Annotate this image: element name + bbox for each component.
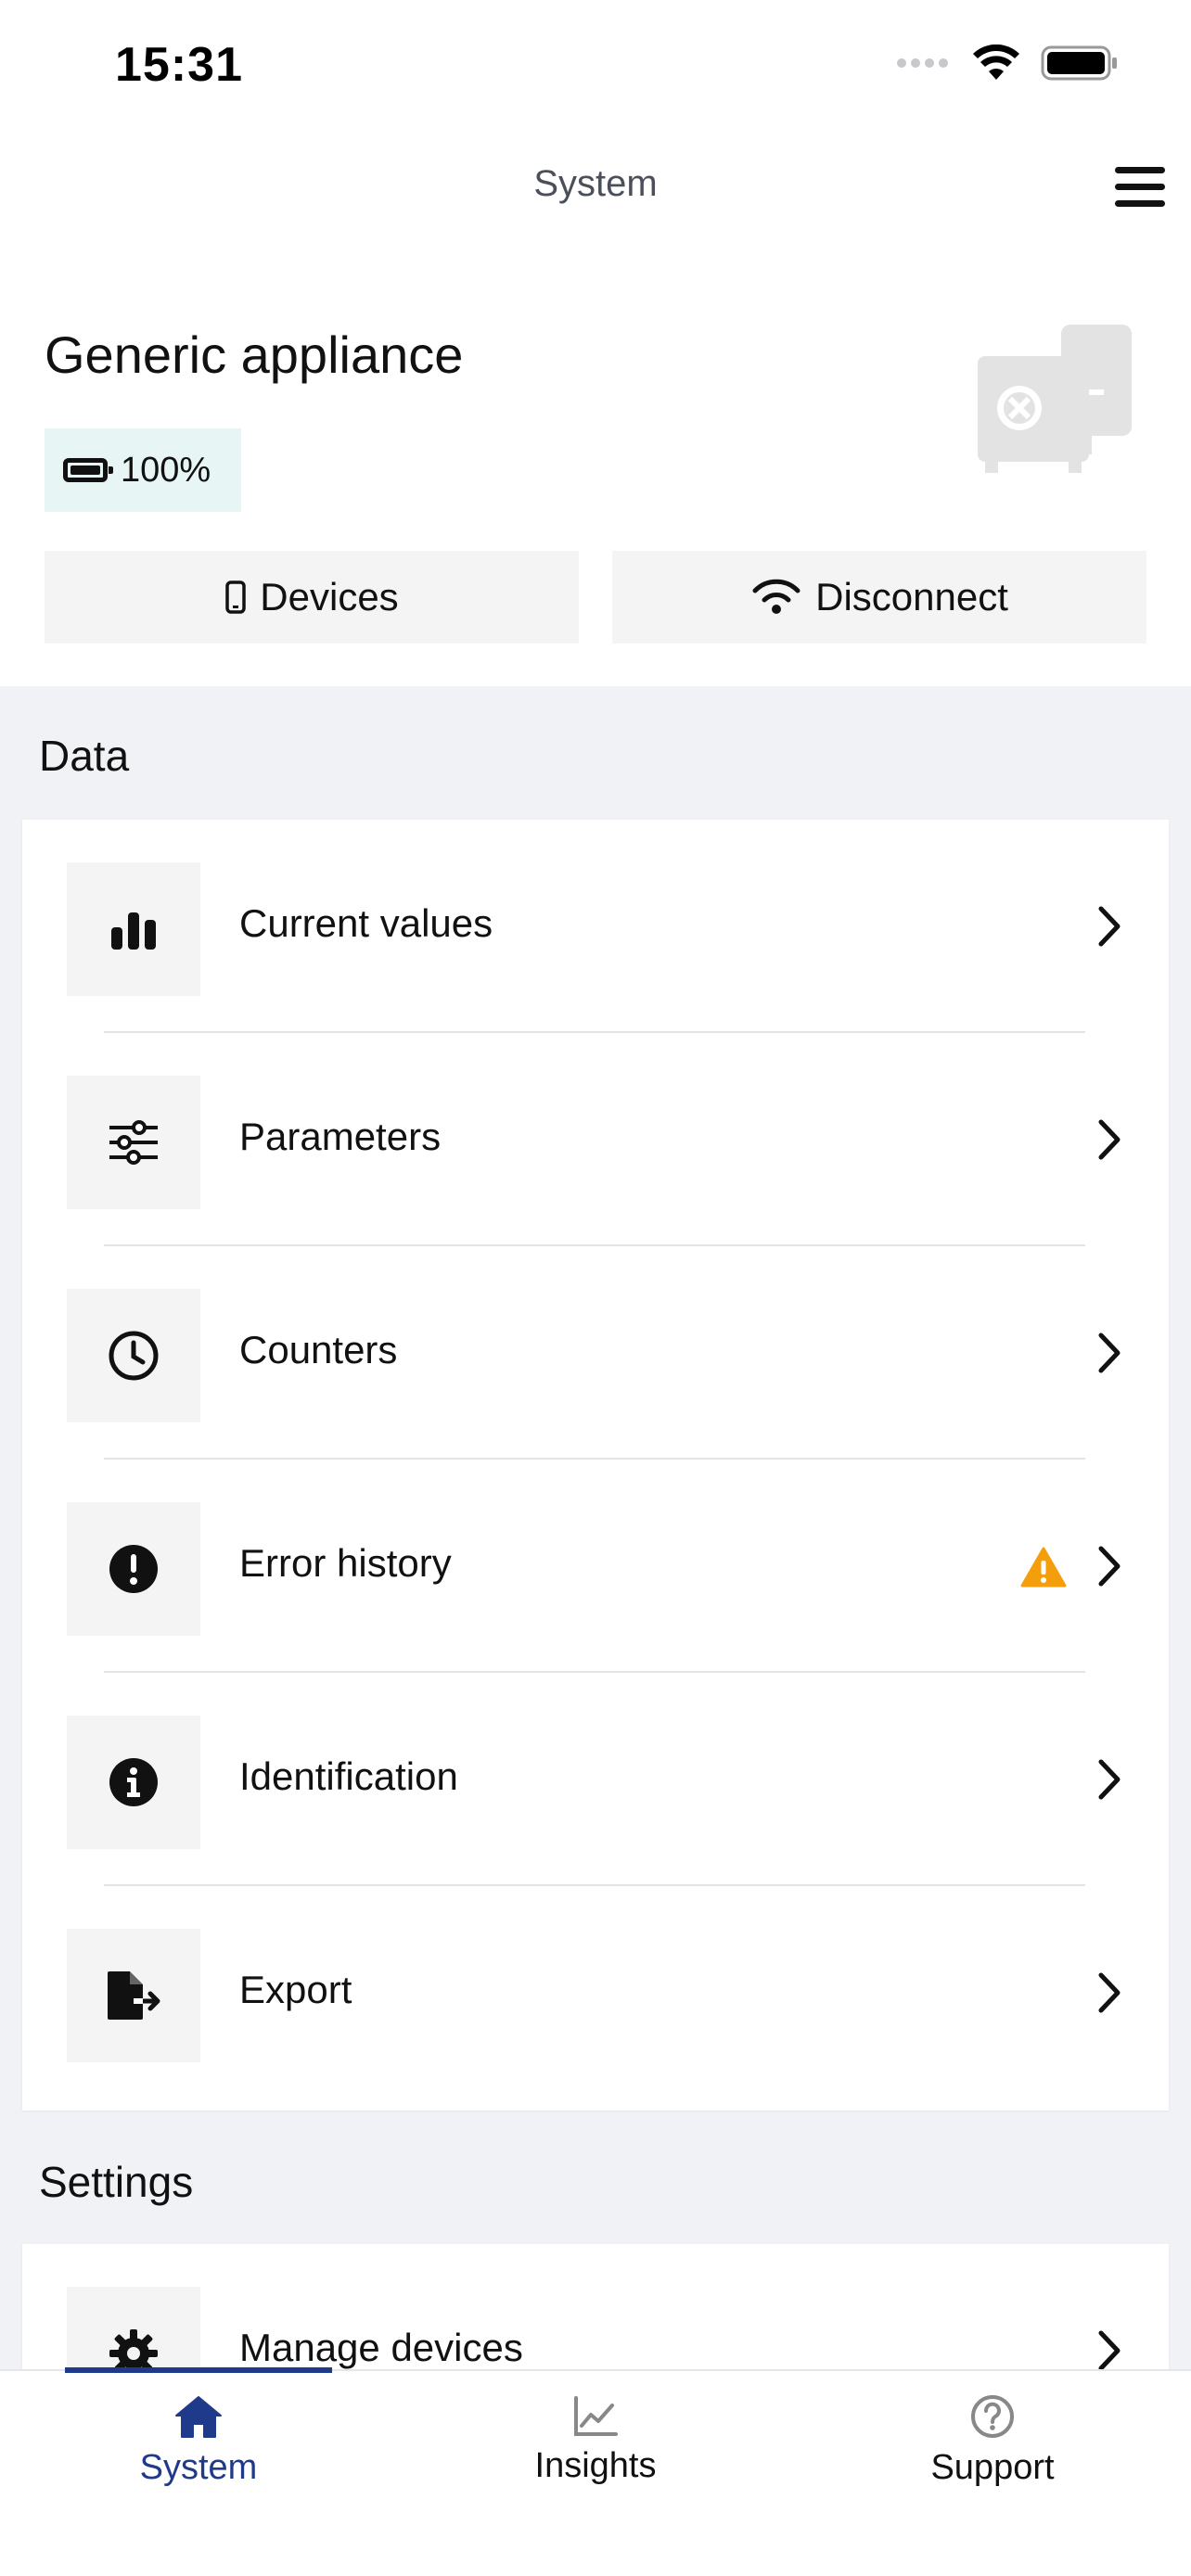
chevron-right-icon <box>1098 1972 1121 2013</box>
row-label: Current values <box>239 901 493 945</box>
tab-bar: System Insights Support <box>0 2367 1191 2576</box>
wifi-icon <box>752 579 800 614</box>
chevron-right-icon <box>1098 1333 1121 1373</box>
bar-chart-icon <box>111 912 156 950</box>
section-title-settings: Settings <box>39 2158 194 2206</box>
row-icon-box <box>67 1502 200 1636</box>
row-label: Identification <box>239 1754 458 1798</box>
disconnect-button-label: Disconnect <box>815 575 1008 618</box>
chevron-right-icon <box>1098 1759 1121 1800</box>
row-label: Parameters <box>239 1115 442 1158</box>
row-icon-box <box>67 1929 200 2062</box>
list-item-error-history[interactable]: Error history <box>22 1460 1169 1673</box>
line-chart-icon <box>574 2395 618 2436</box>
row-icon-box <box>67 1076 200 1209</box>
list-item-counters[interactable]: Counters <box>22 1246 1169 1460</box>
disconnect-button[interactable]: Disconnect <box>612 551 1146 644</box>
help-circle-icon <box>971 2394 1014 2438</box>
tab-label: Support <box>930 2447 1055 2487</box>
data-card: Current values Parameters Counters Error… <box>22 820 1169 2111</box>
content-area: Data Current values Parameters Counters … <box>0 686 1191 2457</box>
row-label: Counters <box>239 1328 398 1371</box>
chevron-right-icon <box>1098 906 1121 947</box>
status-icons <box>896 45 1119 82</box>
exclamation-circle-icon <box>109 1545 158 1593</box>
battery-status-icon <box>1041 45 1117 81</box>
battery-icon <box>63 458 113 482</box>
row-label: Manage devices <box>239 2326 523 2369</box>
row-icon-box <box>67 1289 200 1422</box>
menu-icon-line <box>1115 166 1165 173</box>
battery-level: 100% <box>121 450 211 490</box>
devices-button[interactable]: Devices <box>45 551 579 644</box>
row-label: Error history <box>239 1541 452 1585</box>
clock-icon <box>109 1331 159 1381</box>
device-header: Generic appliance 100% Devices Disconnec… <box>0 250 1191 686</box>
section-title-data: Data <box>39 732 130 780</box>
sliders-icon <box>109 1120 158 1165</box>
tab-support[interactable]: Support <box>794 2371 1191 2510</box>
page-title: System <box>533 163 658 204</box>
status-bar: 15:31 <box>0 0 1191 130</box>
phone-icon <box>225 580 247 614</box>
wifi-icon <box>973 45 1019 80</box>
list-item-export[interactable]: Export <box>22 1886 1169 2099</box>
list-item-parameters[interactable]: Parameters <box>22 1033 1169 1246</box>
chevron-right-icon <box>1098 1119 1121 1160</box>
menu-icon-line <box>1115 199 1165 207</box>
menu-icon-line <box>1115 183 1165 190</box>
home-icon <box>175 2395 222 2438</box>
tab-label: System <box>139 2447 258 2487</box>
tab-insights[interactable]: Insights <box>397 2371 794 2510</box>
chevron-right-icon <box>1098 2330 1121 2371</box>
devices-button-label: Devices <box>260 575 399 618</box>
navigation-bar: System <box>0 130 1191 250</box>
tab-system[interactable]: System <box>0 2371 397 2510</box>
chevron-right-icon <box>1098 1546 1121 1587</box>
list-item-current-values[interactable]: Current values <box>22 820 1169 1033</box>
info-circle-icon <box>109 1758 158 1806</box>
file-export-icon <box>108 1971 160 2020</box>
list-item-identification[interactable]: Identification <box>22 1673 1169 1886</box>
device-name: Generic appliance <box>45 325 464 384</box>
battery-badge: 100% <box>45 428 241 512</box>
tab-label: Insights <box>534 2445 657 2485</box>
row-icon-box <box>67 1715 200 1849</box>
appliance-image <box>978 325 1132 473</box>
warning-icon <box>1020 1547 1067 1588</box>
row-label: Export <box>239 1968 352 2011</box>
status-time: 15:31 <box>115 38 243 92</box>
row-icon-box <box>67 862 200 996</box>
hamburger-menu-button[interactable] <box>1115 158 1172 215</box>
cellular-signal-icon <box>897 58 948 68</box>
